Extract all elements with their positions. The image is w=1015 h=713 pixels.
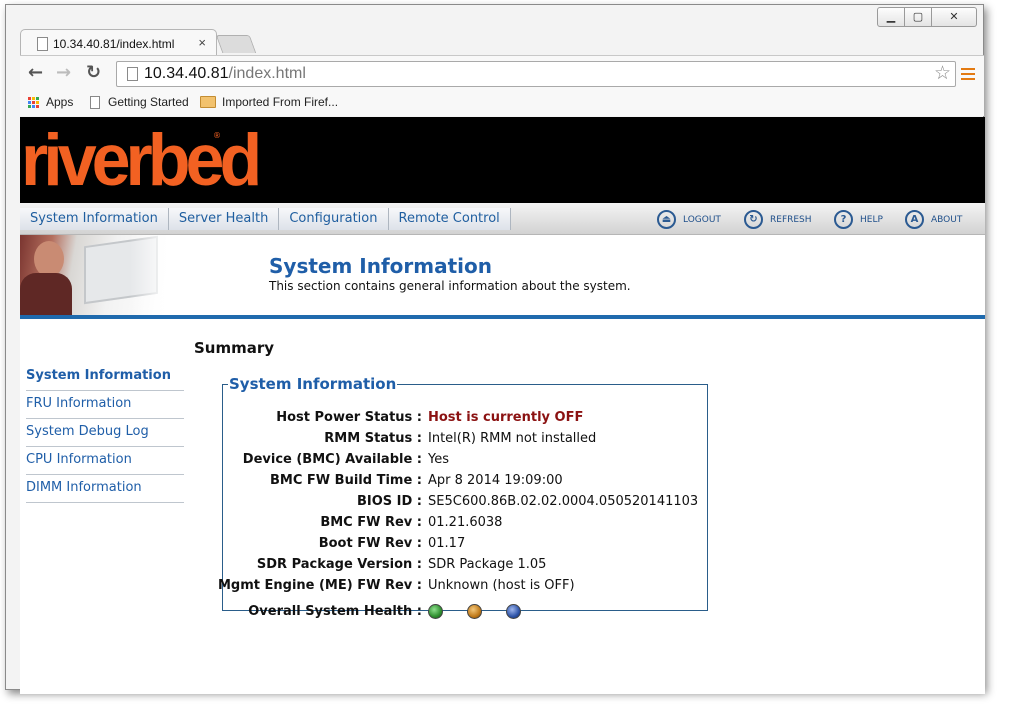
page-viewport: riverbed ® System Information Server Hea… <box>20 117 985 694</box>
sidebar-nav: System Information FRU Information Syste… <box>26 363 184 503</box>
sidebar-item-fru-information[interactable]: FRU Information <box>26 391 184 419</box>
close-window-button[interactable]: ✕ <box>932 7 977 27</box>
back-arrow-icon[interactable]: ← <box>28 62 43 83</box>
info-row: BIOS ID : SE5C600.86B.02.02.0004.0505201… <box>223 491 709 512</box>
health-indicators <box>428 601 541 622</box>
nav-tab-system-information[interactable]: System Information <box>20 208 169 230</box>
address-bar[interactable]: 10.34.40.81/index.html ☆ <box>116 61 956 87</box>
logout-label: LOGOUT <box>683 214 721 225</box>
host-power-status-value: Host is currently OFF <box>428 410 584 425</box>
refresh-icon: ↻ <box>744 210 763 229</box>
bookmarks-bar: Apps Getting Started Imported From Firef… <box>20 90 984 116</box>
info-value: Unknown (host is OFF) <box>428 578 575 593</box>
logout-link[interactable]: ⏏ LOGOUT <box>657 210 721 229</box>
browser-window: ▁ ▢ ✕ 10.34.40.81/index.html × ← → ↻ 10.… <box>5 4 985 694</box>
header-photo <box>20 235 170 315</box>
trademark-symbol: ® <box>213 131 221 140</box>
panel-legend: System Information <box>229 375 397 393</box>
info-label: Device (BMC) Available : <box>242 452 422 467</box>
bookmark-getting-started[interactable]: Getting Started <box>90 95 189 109</box>
riverbed-logo: riverbed <box>21 119 262 201</box>
tab-close-icon[interactable]: × <box>198 35 206 50</box>
nav-tab-remote-control[interactable]: Remote Control <box>388 208 511 230</box>
apps-grid-icon <box>28 96 39 108</box>
info-value: 01.21.6038 <box>428 515 503 530</box>
help-label: HELP <box>860 214 883 225</box>
info-label: RMM Status : <box>324 431 422 446</box>
about-link[interactable]: A ABOUT <box>905 210 962 229</box>
info-row: Device (BMC) Available : Yes <box>223 449 709 470</box>
sidebar-item-dimm-information[interactable]: DIMM Information <box>26 475 184 503</box>
help-link[interactable]: ? HELP <box>834 210 883 229</box>
maximize-button[interactable]: ▢ <box>905 7 932 27</box>
address-path: /index.html <box>228 65 306 82</box>
main-nav-tabs: System Information Server Health Configu… <box>20 208 511 230</box>
bookmark-label: Getting Started <box>108 95 189 109</box>
brand-banner: riverbed ® <box>20 117 985 203</box>
info-row: RMM Status : Intel(R) RMM not installed <box>223 428 709 449</box>
reload-icon[interactable]: ↻ <box>86 62 101 83</box>
info-row: SDR Package Version : SDR Package 1.05 <box>223 554 709 575</box>
about-label: ABOUT <box>931 214 963 225</box>
browser-toolbar: ← → ↻ 10.34.40.81/index.html ☆ <box>20 55 984 90</box>
info-value: SDR Package 1.05 <box>428 557 547 572</box>
about-icon: A <box>905 210 924 229</box>
info-row: BMC FW Build Time : Apr 8 2014 19:09:00 <box>223 470 709 491</box>
info-label: BIOS ID : <box>356 494 422 509</box>
info-row: BMC FW Rev : 01.21.6038 <box>223 512 709 533</box>
info-value: Apr 8 2014 19:09:00 <box>428 473 563 488</box>
info-value: SE5C600.86B.02.02.0004.050520141103 <box>428 494 699 509</box>
info-row: Host Power Status : Host is currently OF… <box>223 407 709 428</box>
health-light-blue-icon <box>506 604 522 619</box>
bookmark-label: Imported From Firef... <box>222 95 339 109</box>
info-row: Mgmt Engine (ME) FW Rev : Unknown (host … <box>218 575 709 596</box>
tab-title: 10.34.40.81/index.html <box>53 37 175 51</box>
page-icon <box>37 37 48 51</box>
minimize-button[interactable]: ▁ <box>877 7 905 27</box>
page-title: System Information <box>269 254 492 278</box>
browser-tab[interactable]: 10.34.40.81/index.html × <box>20 29 217 56</box>
page-header: System Information This section contains… <box>20 235 985 319</box>
bookmark-label: Apps <box>46 95 74 109</box>
info-row: Boot FW Rev : 01.17 <box>223 533 709 554</box>
hamburger-menu-icon[interactable] <box>961 68 975 83</box>
logout-icon: ⏏ <box>657 210 676 229</box>
sidebar-item-cpu-information[interactable]: CPU Information <box>26 447 184 475</box>
info-value: 01.17 <box>428 536 466 551</box>
info-value: Intel(R) RMM not installed <box>428 431 597 446</box>
page-icon <box>90 95 100 109</box>
refresh-link[interactable]: ↻ REFRESH <box>744 210 812 229</box>
info-label: SDR Package Version : <box>256 557 422 572</box>
health-row: Overall System Health : <box>223 601 709 622</box>
address-text: 10.34.40.81/index.html <box>144 65 306 83</box>
nav-tab-server-health[interactable]: Server Health <box>168 208 280 230</box>
new-tab-button[interactable] <box>215 35 257 53</box>
address-host: 10.34.40.81 <box>144 65 229 82</box>
folder-icon <box>200 96 216 108</box>
page-icon <box>127 67 138 81</box>
sidebar-item-system-information[interactable]: System Information <box>26 363 184 391</box>
system-info-panel: System Information Host Power Status : H… <box>218 375 709 619</box>
info-label: BMC FW Rev : <box>320 515 422 530</box>
info-label: BMC FW Build Time : <box>270 473 422 488</box>
main-navbar: System Information Server Health Configu… <box>20 203 985 235</box>
forward-arrow-icon[interactable]: → <box>56 62 71 83</box>
refresh-label: REFRESH <box>770 214 812 225</box>
window-controls: ▁ ▢ ✕ <box>877 7 977 27</box>
bookmark-apps[interactable]: Apps <box>28 95 73 109</box>
health-light-amber-icon <box>467 604 483 619</box>
health-light-green-icon <box>428 604 443 619</box>
info-label: Host Power Status : <box>276 410 422 425</box>
nav-tab-configuration[interactable]: Configuration <box>279 208 389 230</box>
info-label: Boot FW Rev : <box>318 536 422 551</box>
sidebar-item-system-debug-log[interactable]: System Debug Log <box>26 419 184 447</box>
health-label: Overall System Health : <box>248 604 422 619</box>
help-icon: ? <box>834 210 853 229</box>
info-value: Yes <box>428 452 449 467</box>
page-subtitle: This section contains general informatio… <box>269 279 631 293</box>
bookmark-imported-folder[interactable]: Imported From Firef... <box>200 95 338 109</box>
section-title: Summary <box>194 339 275 357</box>
star-icon[interactable]: ☆ <box>934 62 951 85</box>
info-label: Mgmt Engine (ME) FW Rev : <box>217 578 422 593</box>
